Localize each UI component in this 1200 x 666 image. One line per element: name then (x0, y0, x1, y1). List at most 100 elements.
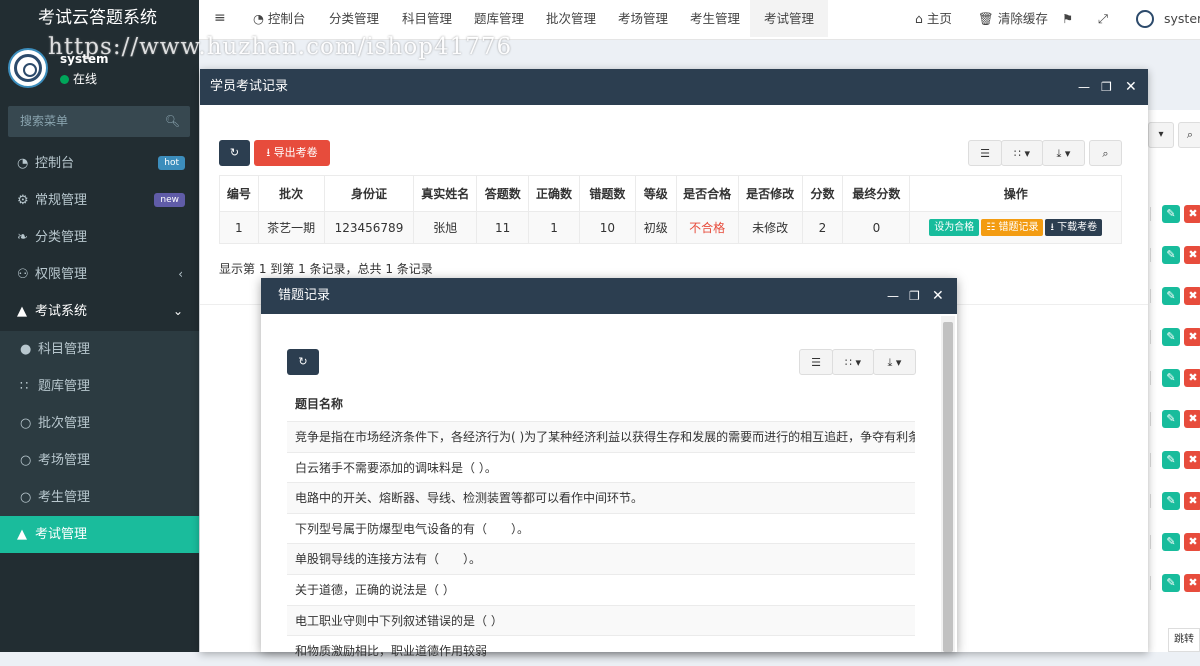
tab-subject[interactable]: 科目管理 (394, 0, 460, 37)
trash-icon[interactable]: ✖ (1184, 451, 1200, 469)
cell-name: 张旭 (413, 211, 478, 244)
sidebar-item-subject[interactable]: ● 科目管理 (0, 331, 199, 368)
toggle-view-button[interactable]: ☰ (799, 349, 833, 375)
table-search-button[interactable]: ⌕ (1089, 140, 1122, 166)
tab-category[interactable]: 分类管理 (321, 0, 387, 37)
pencil-icon[interactable]: ✎ (1162, 328, 1180, 346)
question-row[interactable]: 和物质激励相比，职业道德作用较弱 (287, 635, 915, 666)
pencil-icon[interactable]: ✎ (1162, 205, 1180, 223)
column-header[interactable]: 身份证 (323, 175, 415, 212)
sidebar-item-candidate[interactable]: ○ 考生管理 (0, 479, 199, 516)
column-header[interactable]: 操作 (909, 175, 1122, 212)
question-row[interactable]: 竞争是指在市场经济条件下，各经济行为( )为了某种经济利益以获得生存和发展的需要… (287, 421, 915, 452)
column-header[interactable]: 是否合格 (675, 175, 739, 212)
search-icon[interactable]: 🔍︎ (165, 106, 180, 137)
export-type-button[interactable]: ⤓ ▾ (1042, 140, 1085, 166)
tab-room[interactable]: 考场管理 (610, 0, 676, 37)
export-button[interactable]: ⭳ 导出考卷 (254, 140, 330, 166)
wrong-record-button[interactable]: ☷ 错题记录 (981, 219, 1044, 236)
language-icon[interactable]: ⚑ (1054, 0, 1081, 37)
pencil-icon[interactable]: ✎ (1162, 533, 1180, 551)
background-toolbar-button[interactable]: ▾ (1148, 122, 1174, 148)
set-pass-button[interactable]: 设为合格 (929, 219, 980, 236)
background-search-icon[interactable]: ⌕ (1178, 122, 1200, 148)
pencil-icon[interactable]: ✎ (1162, 410, 1180, 428)
trash-icon[interactable]: ✖ (1184, 246, 1200, 264)
divider (1150, 207, 1151, 221)
column-header[interactable]: 编号 (219, 175, 259, 212)
trash-icon[interactable]: ✖ (1184, 410, 1200, 428)
tab-question-bank[interactable]: 题库管理 (466, 0, 532, 37)
question-row[interactable]: 单股铜导线的连接方法有（ ）。 (287, 543, 915, 575)
clear-cache-button[interactable]: 🗑︎ 清除缓存 (970, 0, 1056, 37)
export-type-button[interactable]: ⤓ ▾ (873, 349, 916, 375)
pencil-icon[interactable]: ✎ (1162, 287, 1180, 305)
table-body: 1 茶艺一期 123456789 张旭 11 1 10 初级 不合格 未修改 2 0 设为合格 ☷ 错题记… (219, 211, 1122, 244)
user-avatar-icon[interactable] (1136, 10, 1154, 28)
scrollbar-thumb[interactable] (943, 322, 953, 652)
close-icon[interactable]: ✕ (1125, 69, 1137, 105)
sidebar-item-auth[interactable]: ⚇ 权限管理 ‹ (0, 256, 199, 293)
question-row[interactable]: 电路中的开关、熔断器、导线、检测装置等都可以看作中间环节。 (287, 482, 915, 514)
question-row[interactable]: 电工职业守则中下列叙述错误的是（ ） (287, 604, 915, 636)
column-header[interactable]: 答题数 (476, 175, 530, 212)
column-header[interactable]: 错题数 (578, 175, 636, 212)
pencil-icon[interactable]: ✎ (1162, 574, 1180, 592)
fullscreen-icon[interactable]: ⤢ (1090, 0, 1116, 37)
tab-batch[interactable]: 批次管理 (538, 0, 604, 37)
column-header[interactable]: 是否修改 (737, 175, 803, 212)
watermark-text: https://www.huzhan.com/ishop41776 (48, 34, 513, 60)
tab-exam-manage[interactable]: 考试管理 (750, 0, 829, 37)
column-header[interactable]: 正确数 (528, 175, 580, 212)
trash-icon[interactable]: ✖ (1184, 287, 1200, 305)
column-header[interactable]: 真实姓名 (413, 175, 478, 212)
pencil-icon[interactable]: ✎ (1162, 369, 1180, 387)
question-row[interactable]: 关于道德，正确的说法是（ ） (287, 574, 915, 605)
sidebar-item-dashboard[interactable]: ◔ 控制台 hot (0, 145, 199, 182)
minimize-icon[interactable]: — (1078, 69, 1090, 105)
trash-icon[interactable]: ✖ (1184, 328, 1200, 346)
question-row[interactable]: 下列型号属于防爆型电气设备的有（ ）。 (287, 512, 915, 544)
top-user-name[interactable]: system (1156, 0, 1200, 37)
search-input[interactable]: 搜索菜单 🔍︎ (8, 106, 190, 137)
column-header[interactable]: 等级 (634, 175, 677, 212)
sidebar-item-label: 考试系统 (35, 304, 88, 319)
menu-toggle-icon[interactable]: ≡ (206, 0, 234, 37)
logo-icon (14, 54, 42, 82)
columns-button[interactable]: ∷ ▾ (1001, 140, 1043, 166)
toggle-view-button[interactable]: ☰ (968, 140, 1002, 166)
trash-icon[interactable]: ✖ (1184, 492, 1200, 510)
pencil-icon[interactable]: ✎ (1162, 451, 1180, 469)
download-paper-button[interactable]: ⭳ 下载考卷 (1045, 219, 1103, 236)
tab-candidate[interactable]: 考生管理 (682, 0, 748, 37)
trash-icon[interactable]: ✖ (1184, 205, 1200, 223)
refresh-button[interactable]: ↻ (287, 349, 319, 375)
sidebar-item-room[interactable]: ○ 考场管理 (0, 442, 199, 479)
trash-icon[interactable]: ✖ (1184, 533, 1200, 551)
pencil-icon[interactable]: ✎ (1162, 492, 1180, 510)
question-row[interactable]: 白云猪手不需要添加的调味料是（ ）。 (287, 451, 915, 483)
column-header[interactable]: 分数 (801, 175, 844, 212)
jump-button[interactable]: 跳转 (1168, 628, 1200, 652)
sidebar-item-question-bank[interactable]: ∷ 题库管理 (0, 368, 199, 405)
graduation-cap-icon: ▲ (17, 527, 27, 542)
sidebar-item-exam-system[interactable]: ▲ 考试系统 ⌄ (0, 293, 199, 330)
sidebar-item-exam-manage[interactable]: ▲ 考试管理 (0, 516, 199, 553)
trash-icon[interactable]: ✖ (1184, 369, 1200, 387)
cell-actions: 设为合格 ☷ 错题记录 ⭳ 下载考卷 (909, 211, 1122, 244)
column-header[interactable]: 最终分数 (842, 175, 911, 212)
tab-dashboard[interactable]: ◔ 控制台 (245, 0, 313, 37)
home-link[interactable]: ⌂ 主页 (907, 0, 960, 37)
maximize-icon[interactable]: ❐ (1101, 69, 1112, 105)
close-icon[interactable]: ✕ (932, 278, 944, 314)
trash-icon[interactable]: ✖ (1184, 574, 1200, 592)
maximize-icon[interactable]: ❐ (909, 278, 920, 314)
sidebar-item-category[interactable]: ❧ 分类管理 (0, 219, 199, 256)
sidebar-item-batch[interactable]: ○ 批次管理 (0, 405, 199, 442)
sidebar-item-general[interactable]: ⚙ 常规管理 new (0, 182, 199, 219)
pencil-icon[interactable]: ✎ (1162, 246, 1180, 264)
columns-button[interactable]: ∷ ▾ (832, 349, 874, 375)
refresh-button[interactable]: ↻ (219, 140, 250, 166)
minimize-icon[interactable]: — (887, 278, 899, 314)
column-header[interactable]: 批次 (257, 175, 325, 212)
